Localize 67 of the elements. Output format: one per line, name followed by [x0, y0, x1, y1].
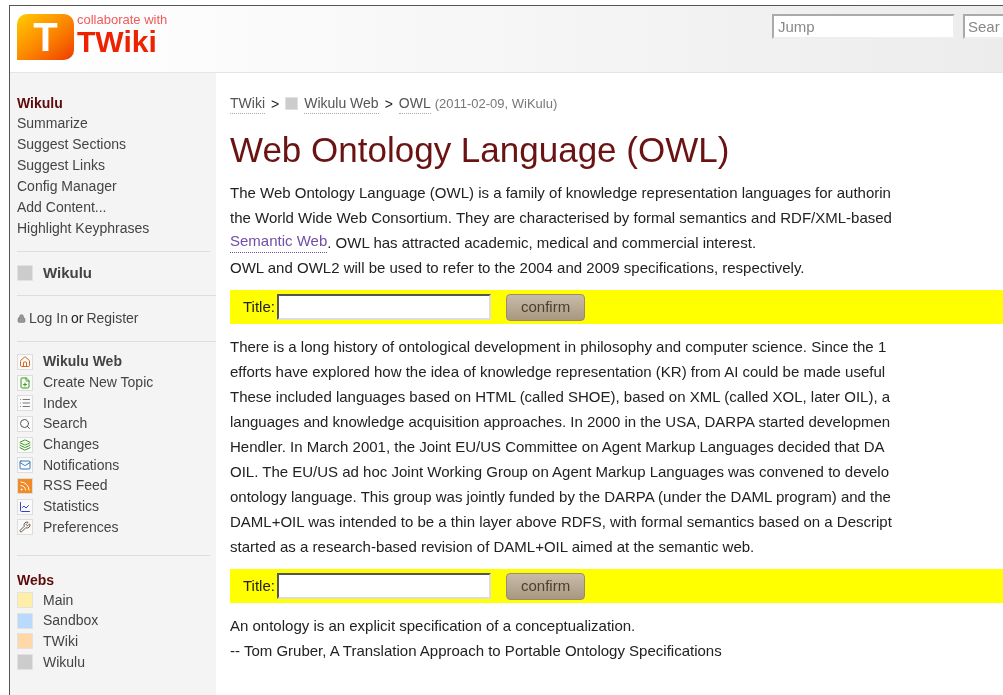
list-icon: [17, 395, 33, 412]
semantic-web-link[interactable]: Semantic Web: [230, 230, 328, 253]
stacked-pages-icon: [17, 436, 33, 453]
revision-info: (2011-02-09, WiKulu): [434, 94, 558, 113]
web-icon: [285, 97, 299, 110]
text-line: The Web Ontology Language (OWL) is a family of knowledge representation languages for authorin: [230, 183, 891, 203]
text-line: the World Wide Web Consortium. They are characterised by formal semantics and RDF/XML-based: [230, 208, 892, 228]
text-line: These included languages based on HTML (called SHOE), based on XML (called XOL, later OIL), a: [230, 387, 891, 407]
web-link[interactable]: Main: [43, 589, 74, 611]
title-field[interactable]: [276, 573, 491, 599]
field-label: Title:: [243, 296, 275, 317]
tool-link[interactable]: RSS Feed: [43, 475, 108, 497]
text-line: -- Tom Gruber, A Translation Approach to Portable Ontology Specifications: [230, 641, 722, 661]
sidebar-heading: Wikulu: [17, 94, 64, 113]
text-line: DAML+OIL was intended to be a thin layer above RDFS, with formal semantics based on a Descript: [230, 512, 892, 532]
page-title: Web Ontology Language (OWL): [230, 130, 731, 170]
title-field[interactable]: [276, 294, 491, 320]
breadcrumb-link[interactable]: OWL: [398, 93, 431, 114]
tool-link[interactable]: Changes: [43, 434, 100, 456]
lock-icon: [17, 313, 26, 323]
tool-link[interactable]: Preferences: [43, 516, 119, 538]
search-icon: [17, 415, 33, 432]
sidebar-link[interactable]: Suggest Links: [17, 155, 210, 176]
text-line: languages and knowledge acquisition approaches. In 2000 in the USA, DARPA started developmen: [230, 412, 891, 432]
web-link[interactable]: Sandbox: [43, 610, 99, 632]
wrench-icon: [17, 519, 33, 536]
text-line: OWL and OWL2 will be used to refer to the 2004 and 2009 specifications, respectively.: [230, 258, 805, 278]
confirm-button[interactable]: confirm: [505, 293, 586, 321]
tool-link[interactable]: Statistics: [43, 496, 99, 518]
new-page-icon: [17, 374, 33, 391]
breadcrumb-link[interactable]: Wikulu Web: [304, 93, 379, 114]
text-line: OIL. The EU/US ad hoc Joint Working Group on Agent Markup Languages was convened to develo: [230, 462, 889, 482]
login-link[interactable]: Log In: [29, 307, 68, 329]
text-line: ontology language. This group was jointly funded by the DARPA (under the DAML program) and the: [230, 487, 891, 507]
tool-link[interactable]: Wikulu Web: [43, 351, 122, 373]
jump-field[interactable]: Jump: [772, 14, 955, 39]
field-label: Title:: [243, 575, 275, 596]
envelope-icon: [17, 457, 33, 474]
register-link[interactable]: Register: [86, 307, 139, 329]
chart-icon: [17, 498, 33, 515]
sidebar-link[interactable]: Summarize: [17, 113, 210, 134]
or-text: or: [70, 308, 84, 328]
breadcrumb-link[interactable]: TWiki: [230, 93, 265, 114]
text-line: started as a research-based revision of DAML+OIL aimed at the semantic web.: [230, 537, 755, 557]
confirm-button[interactable]: confirm: [505, 572, 586, 600]
web-name[interactable]: Wikulu: [43, 262, 93, 285]
tool-link[interactable]: Notifications: [43, 454, 120, 476]
rss-icon: [17, 477, 33, 494]
text-line: . OWL has attracted academic, medical and commercial interest.: [327, 233, 757, 253]
tool-link[interactable]: Create New Topic: [43, 372, 154, 394]
sidebar-link[interactable]: Highlight Keyphrases: [17, 218, 210, 239]
breadcrumb-separator: >: [384, 94, 393, 114]
search-field[interactable]: Sear: [963, 14, 1003, 39]
sidebar-link[interactable]: Suggest Sections: [17, 134, 210, 155]
breadcrumb-separator: >: [271, 94, 280, 114]
sidebar-link[interactable]: Add Content...: [17, 197, 210, 218]
tool-link[interactable]: Search: [43, 413, 88, 435]
web-link[interactable]: Wikulu: [43, 651, 85, 673]
tool-link[interactable]: Index: [43, 392, 78, 414]
text-line: There is a long history of ontological development in philosophy and computer science. Since the 1: [230, 337, 887, 357]
sidebar-link[interactable]: Config Manager: [17, 176, 210, 197]
text-line: An ontology is an explicit specification of a conceptualization.: [230, 616, 636, 636]
web-link[interactable]: TWiki: [43, 630, 78, 652]
sidebar-heading: Webs: [17, 570, 56, 590]
text-line: efforts have explored how the idea of knowledge representation (KR) from AI could be made useful: [230, 362, 886, 382]
text-line: Hendler. In March 2001, the Joint EU/US Committee on Agent Markup Languages decided that DA: [230, 437, 885, 457]
home-icon: [17, 353, 33, 370]
